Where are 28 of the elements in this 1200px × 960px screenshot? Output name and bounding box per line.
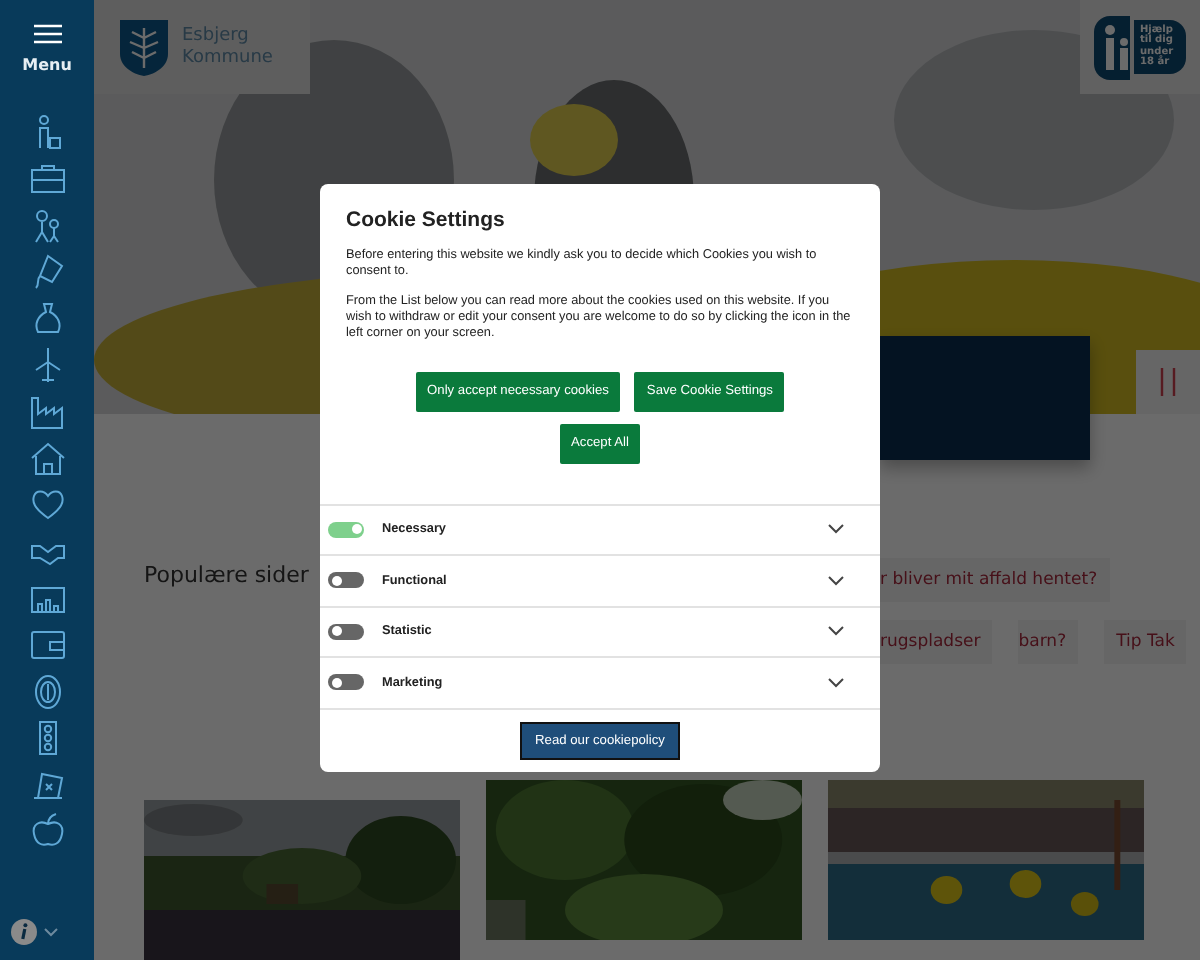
toggle-switch[interactable]: [328, 521, 364, 538]
factory-icon[interactable]: [29, 393, 65, 430]
toggle-switch[interactable]: [328, 674, 364, 691]
quick-link[interactable]: Tip Tak: [1104, 620, 1187, 664]
pause-icon: [1158, 368, 1178, 396]
chevron-down-icon[interactable]: [828, 626, 844, 637]
chevron-down-icon[interactable]: [828, 677, 844, 688]
briefcase-icon[interactable]: [29, 160, 65, 197]
heart-icon[interactable]: [29, 486, 65, 523]
toggle-switch[interactable]: [328, 623, 364, 640]
toggle-switch[interactable]: [328, 572, 364, 589]
section-heading: Populære sider: [144, 560, 309, 588]
quick-link[interactable]: barn?: [1018, 620, 1079, 664]
wallet-icon[interactable]: [29, 626, 65, 663]
dialog-title: Cookie Settings: [346, 208, 507, 232]
children-icon[interactable]: [29, 207, 65, 244]
quick-link[interactable]: rugspladser: [880, 620, 993, 664]
menu-button[interactable]: Menu: [22, 0, 72, 74]
menu-icon: [33, 24, 61, 44]
apple-icon[interactable]: [29, 812, 65, 849]
chevron-down-icon[interactable]: [828, 575, 844, 586]
figures-icon: [1094, 15, 1130, 79]
quick-link[interactable]: r bliver mit affald hentet?: [880, 558, 1110, 602]
pause-button[interactable]: [1136, 350, 1200, 414]
info-icon[interactable]: [10, 918, 38, 946]
chevron-down-icon[interactable]: [828, 524, 844, 535]
house-icon[interactable]: [29, 440, 65, 477]
coat-of-arms-icon: [118, 17, 170, 77]
